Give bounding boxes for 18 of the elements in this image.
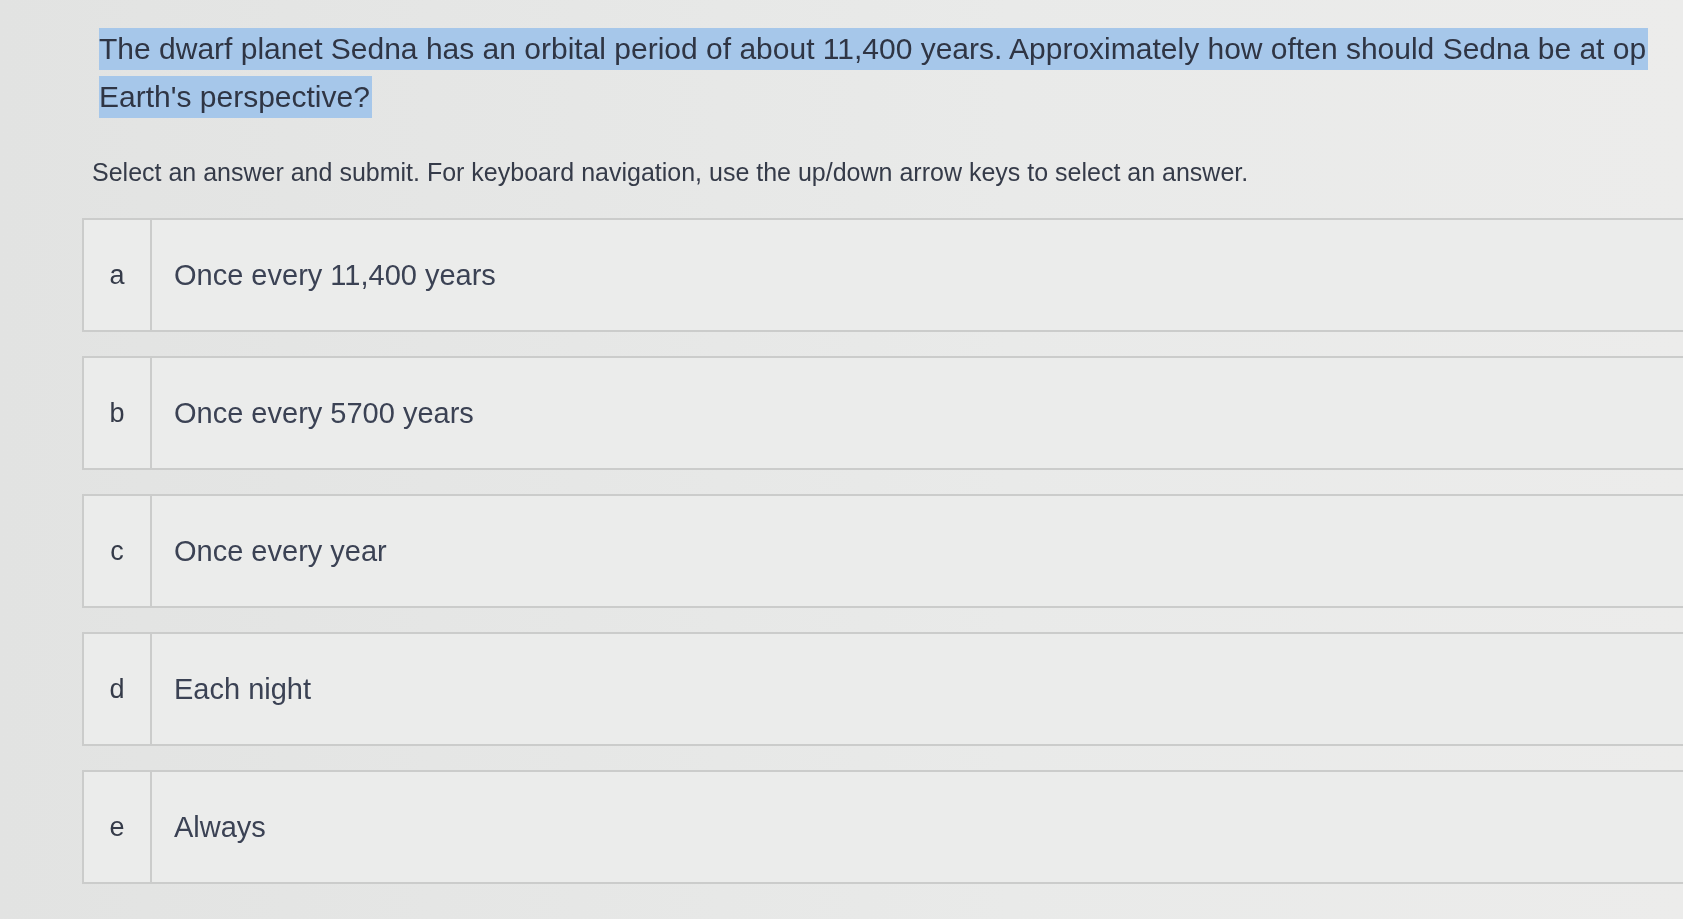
option-letter: d: [84, 634, 152, 744]
option-letter: e: [84, 772, 152, 882]
answer-option[interactable]: e Always: [82, 770, 1683, 884]
option-text: Once every 5700 years: [173, 395, 474, 431]
option-text: Always: [173, 809, 266, 845]
option-text: Each night: [173, 671, 312, 707]
instructions-text: Select an answer and submit. For keyboard navigation, use the up/down arrow keys to select an answer.: [92, 157, 1249, 187]
option-letter: a: [84, 220, 152, 330]
question-text: Earth's perspective?: [99, 76, 372, 118]
answer-option[interactable]: c Once every year: [82, 494, 1683, 608]
answer-option[interactable]: a Once every 11,400 years: [82, 218, 1683, 332]
option-letter: c: [84, 496, 152, 606]
answer-option[interactable]: d Each night: [82, 632, 1683, 746]
option-text: Once every 11,400 years: [173, 257, 496, 293]
option-text: Once every year: [173, 533, 387, 569]
question-text: The dwarf planet Sedna has an orbital period of about 11,400 years. Approximately how often should Sedna be at op: [99, 28, 1649, 70]
option-letter: b: [84, 358, 152, 468]
answer-option[interactable]: b Once every 5700 years: [82, 356, 1683, 470]
